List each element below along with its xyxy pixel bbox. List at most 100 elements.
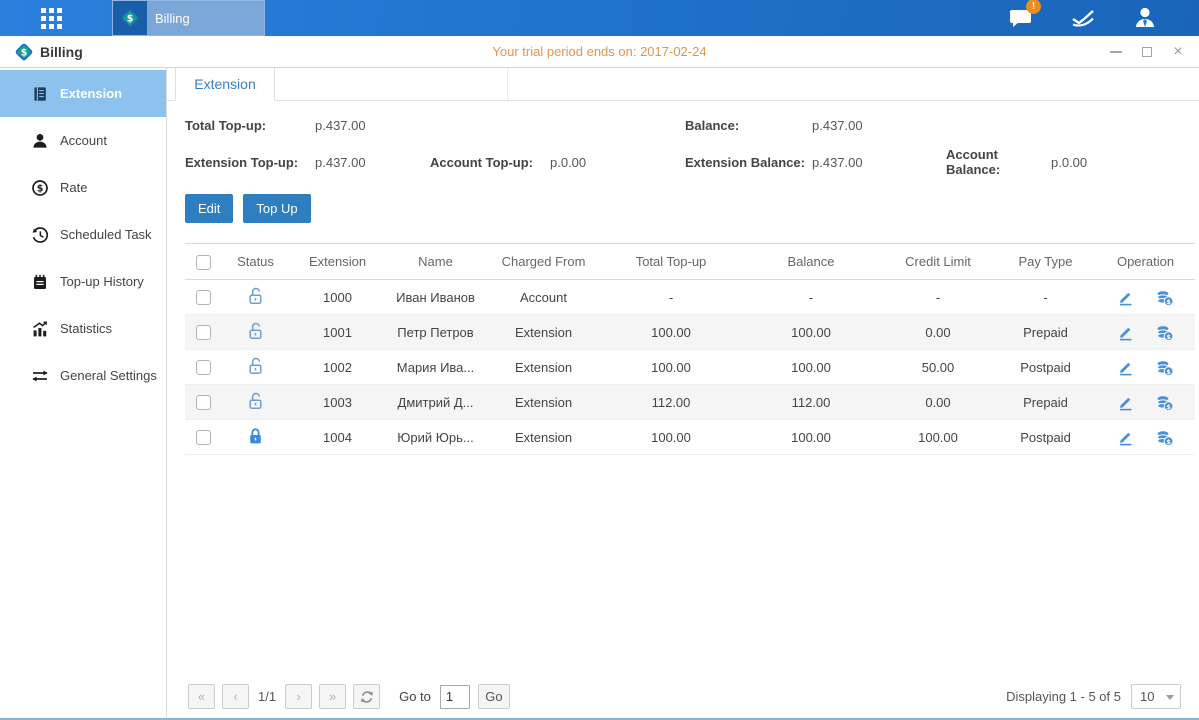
chevron-down-icon — [1166, 695, 1174, 700]
table-row: 1002 Мария Ива... Extension 100.00 100.0… — [185, 350, 1195, 385]
row-checkbox[interactable] — [196, 360, 211, 375]
edit-row-icon[interactable] — [1117, 323, 1134, 341]
main-panel: Extension Total Top-up: p.437.00 Balance… — [167, 68, 1199, 718]
billing-app-icon — [113, 1, 147, 35]
lock-closed-icon — [247, 427, 264, 445]
user-icon — [1132, 5, 1158, 31]
sidebar-item-topup-history[interactable]: Top-up History — [0, 258, 166, 305]
sidebar-item-statistics[interactable]: Statistics — [0, 305, 166, 352]
sidebar-item-label: Scheduled Task — [60, 227, 152, 242]
last-page-button[interactable]: » — [319, 684, 346, 709]
go-button[interactable]: Go — [478, 684, 510, 709]
cell-credit-limit: 100.00 — [881, 420, 995, 455]
col-total-topup: Total Top-up — [601, 244, 741, 280]
tab-extension[interactable]: Extension — [175, 68, 275, 101]
row-checkbox[interactable] — [196, 430, 211, 445]
page-size-select[interactable]: 10 — [1131, 684, 1181, 709]
col-status: Status — [221, 244, 290, 280]
col-credit-limit: Credit Limit — [881, 244, 995, 280]
page-indicator: 1/1 — [258, 689, 276, 704]
sidebar-item-scheduled-task[interactable]: Scheduled Task — [0, 211, 166, 258]
top-up-row-icon[interactable] — [1156, 359, 1174, 376]
cell-balance: 100.00 — [741, 315, 881, 350]
cell-balance: - — [741, 280, 881, 315]
cell-extension: 1004 — [290, 420, 385, 455]
maximize-button[interactable] — [1140, 45, 1154, 59]
col-name: Name — [385, 244, 486, 280]
prev-page-button[interactable]: ‹ — [222, 684, 249, 709]
app-launcher-button[interactable] — [28, 0, 74, 36]
col-operation: Operation — [1096, 244, 1195, 280]
next-page-button[interactable]: › — [285, 684, 312, 709]
tab-strip-divider — [275, 68, 508, 100]
cell-charged-from: Account — [486, 280, 601, 315]
account-topup-label: Account Top-up: — [430, 155, 550, 170]
select-all-checkbox[interactable] — [196, 255, 211, 270]
top-up-button[interactable]: Top Up — [243, 194, 310, 223]
sidebar-item-account[interactable]: Account — [0, 117, 166, 164]
minimize-button[interactable] — [1109, 45, 1123, 59]
close-button[interactable]: × — [1171, 45, 1185, 59]
row-checkbox[interactable] — [196, 395, 211, 410]
cell-total-topup: 100.00 — [601, 420, 741, 455]
row-checkbox[interactable] — [196, 290, 211, 305]
extension-topup-value: p.437.00 — [315, 155, 430, 170]
row-checkbox[interactable] — [196, 325, 211, 340]
cell-credit-limit: 0.00 — [881, 315, 995, 350]
cell-balance: 112.00 — [741, 385, 881, 420]
lock-open-icon — [247, 392, 264, 410]
table-header-row: Status Extension Name Charged From Total… — [185, 244, 1195, 280]
top-up-row-icon[interactable] — [1156, 289, 1174, 306]
refresh-icon — [360, 690, 374, 704]
page-size-value: 10 — [1140, 689, 1154, 704]
cell-charged-from: Extension — [486, 385, 601, 420]
notification-badge: ! — [1026, 0, 1041, 14]
cell-total-topup: 100.00 — [601, 315, 741, 350]
taskbar-tab-label: Billing — [155, 11, 190, 26]
cell-name: Дмитрий Д... — [385, 385, 486, 420]
taskbar-status-icons: ! — [1005, 0, 1199, 36]
cell-pay-type: Postpaid — [995, 420, 1096, 455]
sidebar-item-rate[interactable]: $ Rate — [0, 164, 166, 211]
edit-row-icon[interactable] — [1117, 358, 1134, 376]
statistics-icon — [30, 319, 49, 338]
first-page-button[interactable]: « — [188, 684, 215, 709]
edit-row-icon[interactable] — [1117, 288, 1134, 306]
total-topup-value: p.437.00 — [315, 118, 366, 133]
refresh-button[interactable] — [353, 684, 380, 709]
top-up-row-icon[interactable] — [1156, 394, 1174, 411]
taskbar-tab-billing[interactable]: Billing — [112, 0, 265, 36]
sidebar-item-extension[interactable]: Extension — [0, 70, 166, 117]
lock-open-icon — [247, 357, 264, 375]
sidebar-item-label: Statistics — [60, 321, 112, 336]
sidebar-item-label: Extension — [60, 86, 122, 101]
top-up-row-icon[interactable] — [1156, 324, 1174, 341]
edit-row-icon[interactable] — [1117, 393, 1134, 411]
sidebar-item-label: General Settings — [60, 368, 157, 383]
user-account-button[interactable] — [1129, 5, 1161, 31]
extension-topup-label: Extension Top-up: — [185, 155, 315, 170]
top-up-row-icon[interactable] — [1156, 429, 1174, 446]
cell-credit-limit: 50.00 — [881, 350, 995, 385]
edit-button[interactable]: Edit — [185, 194, 233, 223]
account-balance-value: p.0.00 — [1051, 155, 1087, 170]
balance-label: Balance: — [685, 118, 812, 133]
rate-icon: $ — [30, 178, 49, 197]
extension-icon — [30, 84, 49, 103]
notifications-button[interactable]: ! — [1005, 5, 1037, 31]
table-row: 1000 Иван Иванов Account - - - - — [185, 280, 1195, 315]
extension-balance-value: p.437.00 — [812, 155, 946, 170]
cell-extension: 1002 — [290, 350, 385, 385]
cell-name: Иван Иванов — [385, 280, 486, 315]
sidebar-item-general-settings[interactable]: General Settings — [0, 352, 166, 399]
cell-extension: 1000 — [290, 280, 385, 315]
extensions-table: Status Extension Name Charged From Total… — [185, 243, 1195, 455]
topup-history-icon — [30, 272, 49, 291]
goto-page-input[interactable] — [440, 685, 470, 709]
cell-total-topup: 100.00 — [601, 350, 741, 385]
tab-strip: Extension — [167, 68, 1199, 101]
lock-open-icon — [247, 287, 264, 305]
resource-monitor-button[interactable] — [1067, 5, 1099, 31]
table-row: 1003 Дмитрий Д... Extension 112.00 112.0… — [185, 385, 1195, 420]
edit-row-icon[interactable] — [1117, 428, 1134, 446]
